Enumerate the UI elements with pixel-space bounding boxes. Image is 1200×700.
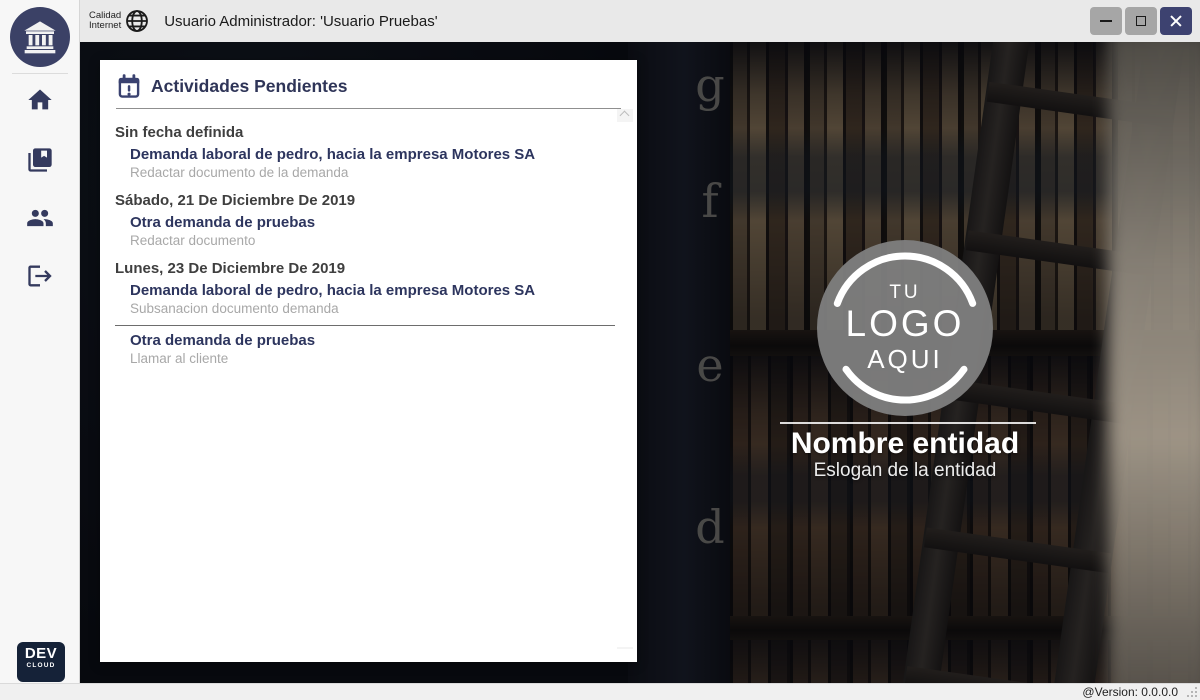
group-date: Sin fecha definida xyxy=(115,123,621,142)
sidebar-item-home[interactable] xyxy=(26,86,54,114)
window-title: Usuario Administrador: 'Usuario Pruebas' xyxy=(164,13,437,30)
logo-placeholder: TU LOGO AQUI xyxy=(817,240,993,416)
maximize-button[interactable] xyxy=(1125,7,1157,35)
bank-icon xyxy=(20,17,60,57)
activity-group: Lunes, 23 De Diciembre De 2019 Demanda l… xyxy=(100,259,637,368)
sidebar-item-logout[interactable] xyxy=(26,262,54,290)
activity-item[interactable]: Otra demanda de pruebas Llamar al client… xyxy=(130,328,617,368)
item-divider xyxy=(115,325,615,326)
statusbar: @Version: 0.0.0.0 xyxy=(0,683,1200,700)
card-title: Actividades Pendientes xyxy=(151,76,347,97)
minimize-icon xyxy=(1100,20,1112,22)
activity-group: Sábado, 21 De Diciembre De 2019 Otra dem… xyxy=(100,191,637,250)
version-label: @Version: 0.0.0.0 xyxy=(1082,685,1178,699)
foreground-blur xyxy=(1108,42,1200,683)
minimize-button[interactable] xyxy=(1090,7,1122,35)
activity-item[interactable]: Otra demanda de pruebas Redactar documen… xyxy=(130,210,617,250)
activity-item[interactable]: Demanda laboral de pedro, hacia la empre… xyxy=(130,278,617,318)
resize-grip[interactable] xyxy=(1186,686,1198,698)
maximize-icon xyxy=(1136,16,1146,26)
brand-divider xyxy=(780,422,1036,424)
entity-name: Nombre entidad xyxy=(705,427,1105,461)
chevron-up-icon xyxy=(620,111,630,121)
group-date: Sábado, 21 De Diciembre De 2019 xyxy=(115,191,621,210)
group-date: Lunes, 23 De Diciembre De 2019 xyxy=(115,259,621,278)
devcloud-badge: DEV CLOUD xyxy=(17,642,65,682)
sidebar-item-cases[interactable] xyxy=(26,146,54,174)
home-icon xyxy=(26,86,54,114)
pending-activities-card: Actividades Pendientes Sin fecha definid… xyxy=(100,60,637,662)
scroll-down-button[interactable] xyxy=(617,647,633,649)
activities-list: Sin fecha definida Demanda laboral de pe… xyxy=(100,109,637,649)
activity-item[interactable]: Demanda laboral de pedro, hacia la empre… xyxy=(130,142,617,182)
sidebar: DEV CLOUD xyxy=(0,0,80,683)
logout-icon xyxy=(26,262,54,290)
globe-icon xyxy=(124,8,150,34)
people-icon xyxy=(26,204,54,232)
connection-label: Calidad Internet xyxy=(89,11,121,32)
card-header: Actividades Pendientes xyxy=(100,60,637,108)
book-collection-icon xyxy=(26,146,54,174)
app-window: g f e d TU LOGO AQUI Nombre entid xyxy=(0,0,1200,700)
activity-group: Sin fecha definida Demanda laboral de pe… xyxy=(100,123,637,182)
chevron-down-icon xyxy=(620,648,630,649)
sidebar-item-clients[interactable] xyxy=(26,204,54,232)
app-logo xyxy=(10,7,70,67)
logo-arcs xyxy=(817,240,993,416)
sidebar-divider xyxy=(12,73,68,74)
close-button[interactable] xyxy=(1160,7,1192,35)
calendar-alert-icon xyxy=(116,73,142,99)
entity-slogan: Eslogan de la entidad xyxy=(705,460,1105,482)
titlebar: Calidad Internet Usuario Administrador: … xyxy=(80,0,1200,42)
scroll-up-button[interactable] xyxy=(617,109,633,122)
